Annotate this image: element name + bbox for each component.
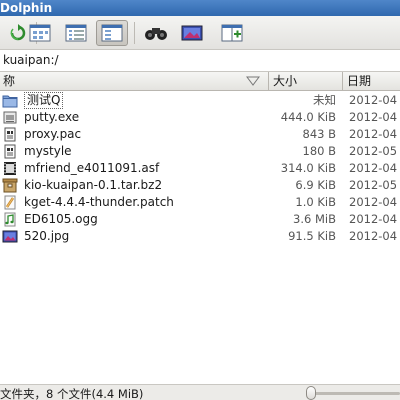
file-name[interactable]: kget-4.4.4-thunder.patch xyxy=(24,194,174,211)
preview-icon xyxy=(181,25,203,41)
file-date: 2012-04 xyxy=(349,93,398,107)
file-size: 180 B xyxy=(302,144,337,158)
list-item[interactable]: proxy.pac 843 B 2012-04 xyxy=(0,126,400,143)
file-date: 2012-04 xyxy=(349,127,398,141)
folder-icon xyxy=(2,95,18,108)
text-file-icon xyxy=(4,127,16,142)
text-file-icon xyxy=(4,144,16,159)
file-date: 2012-04 xyxy=(349,229,398,243)
status-bar: 文件夹，8 个文件(4.4 MiB) xyxy=(0,384,400,400)
column-date-header[interactable]: 日期 xyxy=(344,72,400,91)
file-name[interactable]: proxy.pac xyxy=(24,126,81,143)
file-size: 3.6 MiB xyxy=(293,212,336,226)
file-name[interactable]: ED6105.ogg xyxy=(24,211,98,228)
column-separator[interactable] xyxy=(268,72,269,91)
file-name[interactable]: putty.exe xyxy=(24,109,79,126)
toolbar-separator xyxy=(134,22,135,44)
file-size: 6.9 KiB xyxy=(295,178,336,192)
video-file-icon xyxy=(4,162,16,175)
title-bar: Dolphin xyxy=(0,0,400,16)
list-item[interactable]: 测试Q 未知 2012-04 xyxy=(0,92,400,109)
location-bar[interactable]: kuaipan:/ xyxy=(0,50,400,72)
details-view-button[interactable] xyxy=(60,20,92,46)
archive-icon xyxy=(2,178,18,193)
file-size: 91.5 KiB xyxy=(288,229,336,243)
image-file-icon xyxy=(2,230,18,243)
compact-view-button[interactable] xyxy=(96,20,128,46)
file-size: 未知 xyxy=(313,93,336,107)
executable-icon xyxy=(3,111,17,124)
file-date: 2012-04 xyxy=(349,161,398,175)
file-name[interactable]: mfriend_e4011091.asf xyxy=(24,160,159,177)
file-list[interactable]: 测试Q 未知 2012-04 putty.exe 444.0 KiB 2012-… xyxy=(0,92,400,384)
zoom-slider-handle[interactable] xyxy=(306,386,316,400)
column-header: 称 大小 日期 xyxy=(0,72,400,91)
details-view-icon xyxy=(65,24,87,42)
icons-view-button[interactable] xyxy=(24,20,56,46)
file-size: 843 B xyxy=(302,127,337,141)
list-item[interactable]: putty.exe 444.0 KiB 2012-04 xyxy=(0,109,400,126)
file-date: 2012-05 xyxy=(349,178,398,192)
list-item[interactable]: kio-kuaipan-0.1.tar.bz2 6.9 KiB 2012-05 xyxy=(0,177,400,194)
sort-arrow-icon xyxy=(246,76,260,86)
file-name[interactable]: 520.jpg xyxy=(24,228,69,245)
toolbar xyxy=(0,16,400,50)
file-size: 1.0 KiB xyxy=(295,195,336,209)
column-size-label: 大小 xyxy=(273,74,298,88)
patch-file-icon xyxy=(4,195,16,210)
window-title: Dolphin xyxy=(0,1,53,15)
file-date: 2012-05 xyxy=(349,144,398,158)
file-date: 2012-04 xyxy=(349,195,398,209)
column-name-header[interactable]: 称 xyxy=(0,72,268,91)
file-size: 444.0 KiB xyxy=(280,110,336,124)
list-item[interactable]: kget-4.4.4-thunder.patch 1.0 KiB 2012-04 xyxy=(0,194,400,211)
location-path[interactable]: kuaipan:/ xyxy=(3,53,59,67)
file-name[interactable]: mystyle xyxy=(24,143,72,160)
column-size-header[interactable]: 大小 xyxy=(270,72,342,91)
list-item[interactable]: ED6105.ogg 3.6 MiB 2012-04 xyxy=(0,211,400,228)
file-date: 2012-04 xyxy=(349,212,398,226)
file-date: 2012-04 xyxy=(349,110,398,124)
icons-view-icon xyxy=(29,24,51,42)
column-date-label: 日期 xyxy=(347,74,372,88)
list-item[interactable]: mystyle 180 B 2012-05 xyxy=(0,143,400,160)
file-name[interactable]: kio-kuaipan-0.1.tar.bz2 xyxy=(24,177,162,194)
audio-file-icon xyxy=(4,212,16,227)
file-name[interactable]: 测试Q xyxy=(24,92,64,109)
file-size: 314.0 KiB xyxy=(280,161,336,175)
binoculars-icon xyxy=(145,28,167,40)
compact-view-icon xyxy=(101,24,123,42)
split-view-icon xyxy=(221,24,243,42)
split-view-button[interactable] xyxy=(216,20,248,46)
find-button[interactable] xyxy=(140,20,172,46)
zoom-slider[interactable] xyxy=(308,392,400,395)
list-item[interactable]: 520.jpg 91.5 KiB 2012-04 xyxy=(0,228,400,245)
column-separator[interactable] xyxy=(342,72,343,91)
list-item[interactable]: mfriend_e4011091.asf 314.0 KiB 2012-04 xyxy=(0,160,400,177)
status-text: 文件夹，8 个文件(4.4 MiB) xyxy=(0,387,144,400)
preview-button[interactable] xyxy=(176,20,208,46)
column-name-label: 称 xyxy=(3,74,16,88)
